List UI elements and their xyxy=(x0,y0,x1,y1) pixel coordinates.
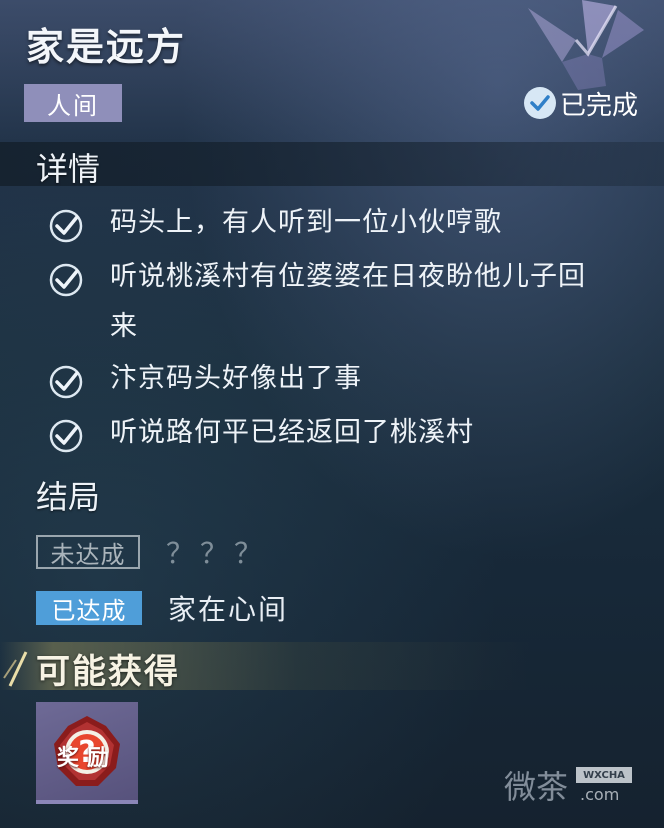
watermark: 微茶 WXCHA .com xyxy=(504,762,646,808)
check-circle-icon xyxy=(49,263,83,297)
clue-item: 汴京码头好像出了事 xyxy=(48,362,590,404)
reached-badge: 已达成 xyxy=(36,591,142,625)
ending-row-unreached: 未达成 ？？？ xyxy=(36,532,268,572)
quest-title: 家是远方 xyxy=(26,24,187,69)
clue-text: 听说桃溪村有位婆婆在日夜盼他儿子回来 xyxy=(110,261,586,342)
clue-item: 听说路何平已经返回了桃溪村 xyxy=(48,416,590,458)
status-label: 已完成 xyxy=(560,90,639,121)
clue-text: 码头上，有人听到一位小伙哼歌 xyxy=(110,207,502,238)
clue-text: 听说路何平已经返回了桃溪村 xyxy=(110,417,474,448)
check-circle-icon xyxy=(49,209,83,243)
crystal-emblem-icon xyxy=(528,0,644,90)
realm-tag: 人间 xyxy=(24,84,122,122)
completed-check-icon xyxy=(524,87,556,119)
quest-status: 已完成 xyxy=(524,84,638,122)
clue-text: 汴京码头好像出了事 xyxy=(110,363,362,394)
watermark-badge: WXCHA xyxy=(576,767,633,783)
watermark-domain: .com xyxy=(580,785,620,804)
check-circle-icon xyxy=(49,365,83,399)
reward-label: 奖励 xyxy=(56,745,117,771)
ending-row-reached: 已达成 家在心间 xyxy=(36,588,288,628)
watermark-badge-box: WXCHA .com xyxy=(576,765,646,805)
watermark-text: 微茶 xyxy=(504,768,569,806)
endings-heading: 结局 xyxy=(36,478,101,516)
clue-item: 听说桃溪村有位婆婆在日夜盼他儿子回来 xyxy=(48,260,590,352)
reward-item-slot[interactable]: ? 奖励 xyxy=(36,702,138,804)
ending-text: 家在心间 xyxy=(168,593,289,626)
details-heading: 详情 xyxy=(36,150,101,188)
check-circle-icon xyxy=(49,419,83,453)
clue-item: 码头上，有人听到一位小伙哼歌 xyxy=(48,206,590,248)
sparkle-icon xyxy=(3,651,28,687)
unreached-badge: 未达成 xyxy=(36,535,140,569)
ending-text: ？？？ xyxy=(166,537,269,570)
rewards-heading: 可能获得 xyxy=(36,652,180,692)
